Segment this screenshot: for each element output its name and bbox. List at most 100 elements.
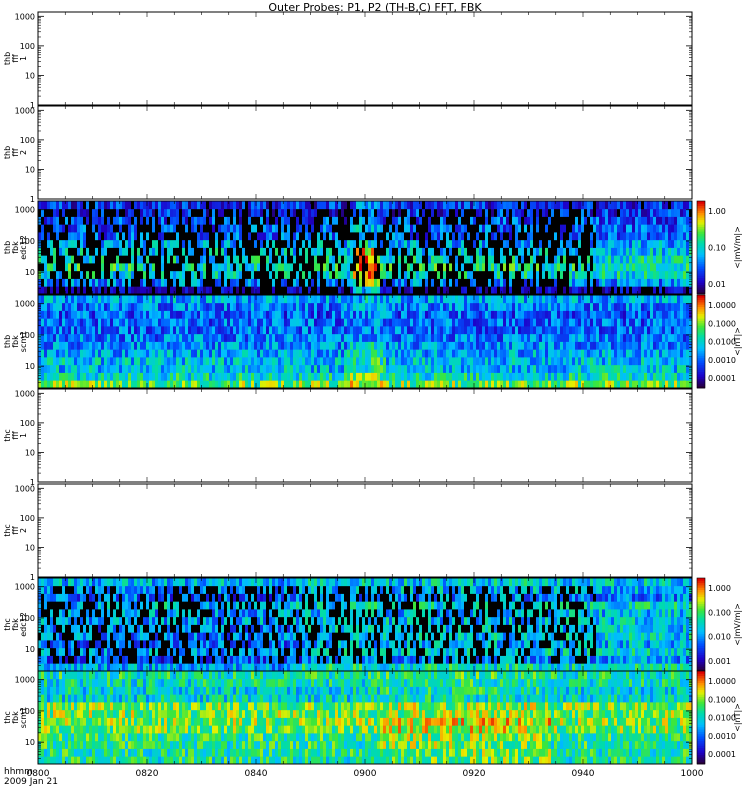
spectrogram-cell — [527, 341, 531, 350]
spectrogram-cell — [209, 341, 213, 350]
spectrogram-cell — [548, 216, 552, 225]
spectrogram-cell — [104, 318, 108, 327]
spectrogram-cell — [461, 326, 465, 335]
spectrogram-cell — [170, 302, 174, 311]
spectrogram-cell — [485, 380, 489, 389]
spectrogram-cell — [608, 263, 612, 272]
spectrogram-cell — [179, 380, 183, 389]
spectrogram-cell — [422, 232, 426, 241]
spectrogram-cell — [536, 286, 540, 295]
spectrogram-cell — [488, 380, 492, 389]
spectrogram-cell — [314, 326, 318, 335]
spectrogram-cell — [236, 224, 240, 233]
spectrogram-cell — [137, 341, 141, 350]
spectrogram-cell — [149, 278, 153, 287]
spectrogram-cell — [122, 333, 126, 342]
spectrogram-cell — [218, 208, 222, 217]
spectrogram-cell — [470, 326, 474, 335]
spectrogram-cell — [470, 310, 474, 319]
spectrogram-cell — [668, 224, 672, 233]
spectrogram-cell — [305, 326, 309, 335]
spectrogram-cell — [239, 364, 243, 373]
spectrogram-cell — [482, 295, 486, 304]
spectrogram-cell — [302, 286, 306, 295]
spectrogram-cell — [524, 232, 528, 241]
spectrogram-cell — [197, 310, 201, 319]
spectrogram-cell — [524, 310, 528, 319]
spectrogram-cell — [506, 270, 510, 279]
spectrogram-cell — [620, 270, 624, 279]
spectrogram-cell — [416, 302, 420, 311]
spectrogram-cell — [461, 255, 465, 264]
spectrogram-cell — [245, 364, 249, 373]
spectrogram-cell — [206, 232, 210, 241]
spectrogram-cell — [347, 302, 351, 311]
spectrogram-cell — [356, 364, 360, 373]
spectrogram-cell — [602, 270, 606, 279]
spectrogram-cell — [494, 216, 498, 225]
spectrogram-cell — [53, 341, 57, 350]
spectrogram-cell — [299, 278, 303, 287]
spectrogram-cell — [53, 208, 57, 217]
spectrogram-cell — [71, 310, 75, 319]
spectrogram-cell — [368, 310, 372, 319]
spectrogram-cell — [299, 364, 303, 373]
spectrogram-cell — [257, 286, 261, 295]
spectrogram-cell — [173, 278, 177, 287]
spectrogram-cell — [80, 310, 84, 319]
spectrogram-cell — [680, 263, 684, 272]
spectrogram-cell — [320, 263, 324, 272]
spectrogram-cell — [257, 232, 261, 241]
spectrogram-cell — [131, 263, 135, 272]
spectrogram-cell — [356, 278, 360, 287]
spectrogram-cell — [329, 357, 333, 366]
spectrogram-cell — [644, 270, 648, 279]
spectrogram-cell — [512, 208, 516, 217]
spectrogram-cell — [425, 302, 429, 311]
spectrogram-cell — [683, 263, 687, 272]
spectrogram-cell — [392, 326, 396, 335]
spectrogram-cell — [209, 364, 213, 373]
spectrogram-cell — [95, 295, 99, 304]
spectrogram-cell — [542, 232, 546, 241]
spectrogram-cell — [368, 263, 372, 272]
spectrogram-cell — [53, 201, 57, 210]
spectrogram-cell — [593, 201, 597, 210]
spectrogram-cell — [299, 380, 303, 389]
spectrogram-cell — [197, 247, 201, 256]
spectrogram-cell — [41, 263, 45, 272]
spectrogram-cell — [218, 224, 222, 233]
spectrogram-cell — [584, 247, 588, 256]
spectrogram-cell — [83, 208, 87, 217]
spectrogram-cell — [230, 270, 234, 279]
spectrogram-cell — [353, 278, 357, 287]
spectrogram-cell — [368, 349, 372, 358]
spectrogram-cell — [71, 326, 75, 335]
spectrogram-cell — [572, 270, 576, 279]
spectrogram-cell — [257, 247, 261, 256]
spectrogram-cell — [557, 216, 561, 225]
spectrogram-cell — [464, 286, 468, 295]
spectrogram-cell — [464, 201, 468, 210]
spectrogram-cell — [152, 270, 156, 279]
spectrogram-cell — [245, 349, 249, 358]
spectrogram-cell — [353, 208, 357, 217]
spectrogram-cell — [203, 302, 207, 311]
spectrogram-cell — [62, 310, 66, 319]
spectrogram-cell — [341, 278, 345, 287]
spectrogram-cell — [248, 247, 252, 256]
spectrogram-cell — [149, 333, 153, 342]
spectrogram-cell — [239, 310, 243, 319]
spectrogram-cell — [134, 208, 138, 217]
spectrogram-cell — [86, 341, 90, 350]
spectrogram-cell — [428, 333, 432, 342]
spectrogram-cell — [284, 357, 288, 366]
spectrogram-cell — [530, 201, 534, 210]
spectrogram-cell — [644, 201, 648, 210]
spectrogram-cell — [509, 216, 513, 225]
spectrogram-cell — [626, 208, 630, 217]
spectrogram-cell — [590, 208, 594, 217]
spectrogram-cell — [485, 216, 489, 225]
spectrogram-cell — [167, 372, 171, 381]
spectrogram-cell — [65, 333, 69, 342]
